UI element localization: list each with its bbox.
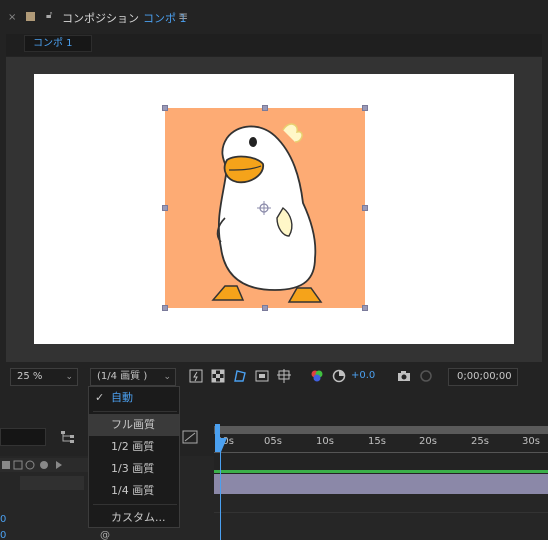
chevron-down-icon: ⌄ bbox=[163, 372, 171, 382]
tick-label-3: 15s bbox=[368, 436, 386, 447]
row-divider bbox=[214, 512, 548, 513]
layer-index-marker: 0 bbox=[0, 530, 7, 540]
handle-mid-right[interactable] bbox=[362, 205, 368, 211]
tick-label-4: 20s bbox=[419, 436, 437, 447]
handle-top-center[interactable] bbox=[262, 105, 268, 111]
checkmark-icon: ✓ bbox=[95, 391, 105, 404]
fast-previews-icon[interactable] bbox=[189, 369, 203, 386]
zoom-dropdown[interactable]: 25 % ⌄ bbox=[10, 368, 78, 386]
tab-title-label: コンポジション bbox=[62, 12, 139, 25]
show-snapshot-icon[interactable] bbox=[419, 369, 433, 386]
timeline-rows[interactable] bbox=[214, 494, 548, 540]
tick-label-6: 30s bbox=[522, 436, 540, 447]
close-tab-button[interactable]: × bbox=[8, 12, 16, 23]
tick-label-5: 25s bbox=[471, 436, 489, 447]
menu-item-auto[interactable]: ✓ 自動 bbox=[89, 387, 179, 409]
handle-top-right[interactable] bbox=[362, 105, 368, 111]
switches-header bbox=[0, 458, 88, 472]
menu-item-full[interactable]: フル画質 bbox=[89, 414, 179, 436]
layer-index-marker: 0 bbox=[0, 514, 7, 525]
playhead-marker[interactable] bbox=[214, 424, 228, 454]
handle-mid-left[interactable] bbox=[162, 205, 168, 211]
zoom-value: 25 % bbox=[17, 371, 43, 382]
tick-label-1: 05s bbox=[264, 436, 282, 447]
guides-grid-icon[interactable] bbox=[277, 369, 291, 386]
menu-separator bbox=[93, 504, 177, 505]
color-channels-icon[interactable] bbox=[310, 369, 324, 386]
transparency-grid-icon[interactable] bbox=[211, 369, 225, 386]
handle-bottom-center[interactable] bbox=[262, 305, 268, 311]
ruler-baseline bbox=[214, 452, 548, 453]
reset-exposure-icon[interactable] bbox=[332, 369, 346, 386]
menu-item-third[interactable]: 1/3 画質 bbox=[89, 458, 179, 480]
tick-label-2: 10s bbox=[316, 436, 334, 447]
work-area-bar[interactable] bbox=[214, 426, 548, 434]
menu-item-custom[interactable]: カスタム... bbox=[89, 507, 179, 529]
handle-top-left[interactable] bbox=[162, 105, 168, 111]
timeline-search-input[interactable] bbox=[0, 428, 46, 446]
lock-icon[interactable]: 🔓︎ bbox=[46, 10, 52, 21]
resolution-dropdown[interactable]: (1/4 画質 ) ⌄ bbox=[90, 368, 176, 386]
chevron-down-icon: ⌄ bbox=[65, 372, 73, 382]
mask-visibility-icon[interactable] bbox=[233, 369, 247, 386]
tab-composition[interactable]: コンポジション コンポ 1 bbox=[62, 10, 187, 26]
motion-blur-icon[interactable] bbox=[182, 430, 198, 447]
resolution-menu[interactable]: ✓ 自動 フル画質 1/2 画質 1/3 画質 1/4 画質 カスタム... bbox=[88, 386, 180, 528]
handle-bottom-left[interactable] bbox=[162, 305, 168, 311]
parent-link-icon[interactable]: @ bbox=[100, 530, 110, 540]
snapshot-camera-icon[interactable] bbox=[397, 369, 411, 386]
panel-menu-icon[interactable]: ≡ bbox=[178, 9, 188, 23]
menu-item-quarter[interactable]: 1/4 画質 bbox=[89, 480, 179, 502]
region-of-interest-icon[interactable] bbox=[255, 369, 269, 386]
anchor-point-icon[interactable] bbox=[257, 201, 271, 215]
comp-subtab[interactable]: コンポ 1 bbox=[24, 35, 92, 52]
layer-switches[interactable] bbox=[20, 476, 84, 490]
handle-bottom-right[interactable] bbox=[362, 305, 368, 311]
layer-duration-bar[interactable] bbox=[214, 474, 548, 494]
render-cache-bar bbox=[214, 470, 548, 473]
composition-flowchart-icon[interactable] bbox=[60, 430, 76, 447]
label-color-swatch[interactable] bbox=[26, 12, 35, 21]
current-time-display[interactable]: 0;00;00;00 bbox=[448, 368, 518, 386]
exposure-value[interactable]: +0.0 bbox=[351, 370, 375, 381]
menu-item-half[interactable]: 1/2 画質 bbox=[89, 436, 179, 458]
menu-separator bbox=[93, 411, 177, 412]
resolution-value: (1/4 画質 ) bbox=[97, 371, 148, 382]
playhead-line[interactable] bbox=[220, 446, 221, 540]
